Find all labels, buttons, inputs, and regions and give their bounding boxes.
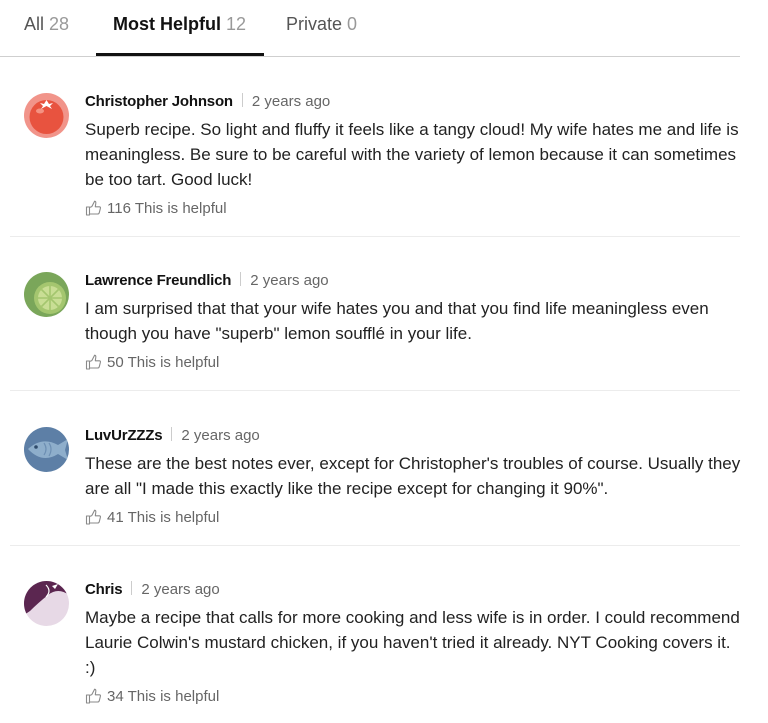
meta-divider — [240, 272, 242, 286]
meta-divider — [171, 427, 173, 441]
tab-count: 12 — [226, 14, 247, 34]
helpful-label: This is helpful — [127, 354, 220, 371]
helpful-label: This is helpful — [127, 509, 220, 526]
helpful-button[interactable]: 50 This is helpful — [85, 354, 219, 371]
helpful-button[interactable]: 34 This is helpful — [85, 688, 219, 705]
helpful-label: This is helpful — [134, 200, 227, 217]
tab-label: Private — [286, 14, 343, 34]
comment-time: 2 years ago — [181, 427, 260, 444]
thumbs-up-icon — [85, 354, 101, 370]
active-tab-indicator — [96, 53, 264, 56]
tab-count: 0 — [347, 14, 358, 34]
helpful-button[interactable]: 116 This is helpful — [85, 200, 227, 217]
fish-icon — [24, 427, 69, 472]
thumbs-up-icon — [85, 200, 101, 216]
thumbs-up-icon — [85, 688, 101, 704]
tab-count: 28 — [49, 14, 70, 34]
comment-meta: Chris 2 years ago — [85, 581, 220, 598]
meta-divider — [131, 581, 133, 595]
tomato-icon — [24, 93, 69, 138]
tab-label: Most Helpful — [113, 14, 221, 34]
comment-meta: Christopher Johnson 2 years ago — [85, 93, 330, 110]
comment-meta: Lawrence Freundlich 2 years ago — [85, 272, 329, 289]
comment-author[interactable]: LuvUrZZZs — [85, 427, 163, 444]
comment-author[interactable]: Christopher Johnson — [85, 93, 233, 110]
helpful-button[interactable]: 41 This is helpful — [85, 509, 219, 526]
comment-author[interactable]: Lawrence Freundlich — [85, 272, 231, 289]
thumbs-up-icon — [85, 509, 101, 525]
comment-text: Maybe a recipe that calls for more cooki… — [85, 608, 740, 677]
comment-time: 2 years ago — [251, 93, 331, 110]
lime-icon — [24, 272, 69, 317]
comment-time: 2 years ago — [250, 272, 329, 289]
comment-text: I am surprised that that your wife hates… — [85, 299, 709, 343]
meta-divider — [241, 93, 243, 107]
helpful-count: 116 — [107, 200, 131, 217]
eggplant-icon — [24, 581, 69, 626]
tab-private[interactable]: Private 0 — [286, 14, 357, 35]
comment-text: Superb recipe. So light and fluffy it fe… — [85, 120, 739, 189]
tab-all[interactable]: All 28 — [24, 14, 69, 35]
helpful-label: This is helpful — [127, 688, 220, 705]
tab-most-helpful[interactable]: Most Helpful 12 — [113, 14, 246, 35]
tab-label: All — [24, 14, 45, 34]
helpful-count: 41 — [107, 509, 124, 526]
comment-meta: LuvUrZZZs 2 years ago — [85, 427, 260, 444]
comment-divider — [10, 236, 740, 237]
comment-divider — [10, 390, 740, 391]
comment-time: 2 years ago — [141, 581, 220, 598]
comment-author[interactable]: Chris — [85, 581, 123, 598]
comment-tabs: All 28 Most Helpful 12 Private 0 — [0, 0, 740, 57]
comment-text: These are the best notes ever, except fo… — [85, 454, 741, 498]
comment-divider — [10, 545, 740, 546]
helpful-count: 34 — [107, 688, 124, 705]
helpful-count: 50 — [107, 354, 124, 371]
